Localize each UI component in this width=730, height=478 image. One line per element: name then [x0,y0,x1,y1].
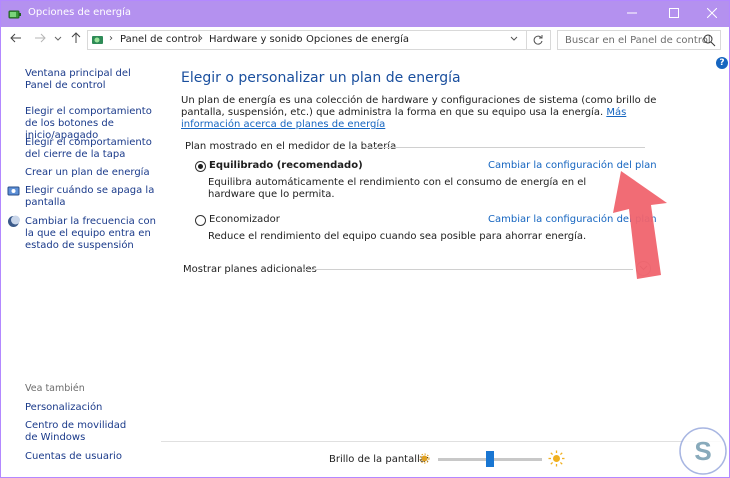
brightness-slider-thumb[interactable] [486,451,494,467]
plan-description-economizador: Reduce el rendimiento del equipo cuando … [208,231,587,242]
description-text: Un plan de energía es una colección de h… [181,95,657,118]
arrow-up-icon [70,31,82,47]
sidebar-link-cierre-tapa[interactable]: Elegir el comportamiento del cierre de l… [25,137,157,161]
control-panel-icon [91,33,105,50]
change-plan-settings-link[interactable]: Cambiar la configuración del plan [488,160,657,171]
annotation-arrow-icon [603,171,675,284]
minimize-icon [627,8,637,21]
chevron-down-icon [510,35,518,46]
window-title: Opciones de energía [28,7,132,18]
window: Opciones de energía › Panel de control ›… [0,0,730,478]
brightness-low-icon [419,453,430,467]
plan-radio-economizador[interactable] [195,215,206,226]
svg-text:S: S [694,436,711,466]
sleep-moon-icon [7,215,20,231]
breadcrumb-separator-icon: › [199,33,203,44]
breadcrumb-hardware-y-sonido[interactable]: Hardware y sonido [209,34,302,45]
arrow-right-icon [34,32,46,47]
breadcrumb-separator-icon: › [296,33,300,44]
plan-description-equilibrado: Equilibra automáticamente el rendimiento… [208,177,587,200]
forward-button[interactable] [31,30,49,48]
recent-locations-button[interactable] [49,30,67,48]
breadcrumb-panel-de-control[interactable]: Panel de control [120,34,201,45]
maximize-button[interactable] [657,1,691,27]
search-input[interactable]: Buscar en el Panel de control [557,30,721,50]
display-settings-icon [7,185,20,201]
breadcrumb-opciones-de-energia[interactable]: Opciones de energía [306,34,409,45]
sidebar-link-centro-movilidad[interactable]: Centro de movilidad de Windows [25,420,137,444]
divider [363,147,645,148]
sidebar-link-frecuencia-suspension[interactable]: Cambiar la frecuencia con la que el equi… [25,216,157,252]
back-button[interactable] [7,30,25,48]
sidebar-link-crear-plan[interactable]: Crear un plan de energía [25,167,157,179]
breadcrumb-separator-icon: › [109,33,113,44]
help-button[interactable]: ? [716,57,728,69]
search-placeholder: Buscar en el Panel de control [565,35,711,46]
chevron-down-icon [54,32,62,46]
watermark-logo: S [677,425,729,478]
sidebar-link-apagado-pantalla[interactable]: Elegir cuándo se apaga la pantalla [25,185,157,209]
sidebar-link-personalizacion[interactable]: Personalización [25,402,157,414]
refresh-icon [532,35,544,49]
plan-name-equilibrado[interactable]: Equilibrado (recomendado) [209,160,363,171]
search-icon[interactable] [702,33,716,50]
minimize-button[interactable] [615,1,649,27]
up-button[interactable] [67,30,85,48]
show-more-plans-label[interactable]: Mostrar planes adicionales [183,264,317,275]
close-icon [706,7,718,21]
address-dropdown-button[interactable] [510,35,518,46]
maximize-icon [669,7,679,21]
page-description: Un plan de energía es una colección de h… [181,95,661,131]
plan-name-economizador[interactable]: Economizador [209,214,280,225]
see-also-heading: Vea también [25,383,85,394]
power-options-icon [8,7,22,21]
brightness-high-icon [548,450,565,470]
title-bar: Opciones de energía [1,1,729,27]
divider [161,441,721,442]
divider [303,269,633,270]
plan-radio-equilibrado[interactable] [195,161,206,172]
navigation-bar: › Panel de control › Hardware y sonido ›… [1,27,729,53]
help-icon: ? [719,58,725,68]
brightness-label: Brillo de la pantalla: [329,454,430,465]
page-title: Elegir o personalizar un plan de energía [181,70,461,86]
arrow-left-icon [10,32,22,47]
address-bar[interactable]: › Panel de control › Hardware y sonido ›… [87,30,551,50]
close-button[interactable] [695,1,729,27]
sidebar-link-cuentas-usuario[interactable]: Cuentas de usuario [25,451,157,463]
address-divider [526,31,527,49]
sidebar-link-ventana-principal[interactable]: Ventana principal del Panel de control [25,68,157,92]
refresh-button[interactable] [532,34,544,49]
